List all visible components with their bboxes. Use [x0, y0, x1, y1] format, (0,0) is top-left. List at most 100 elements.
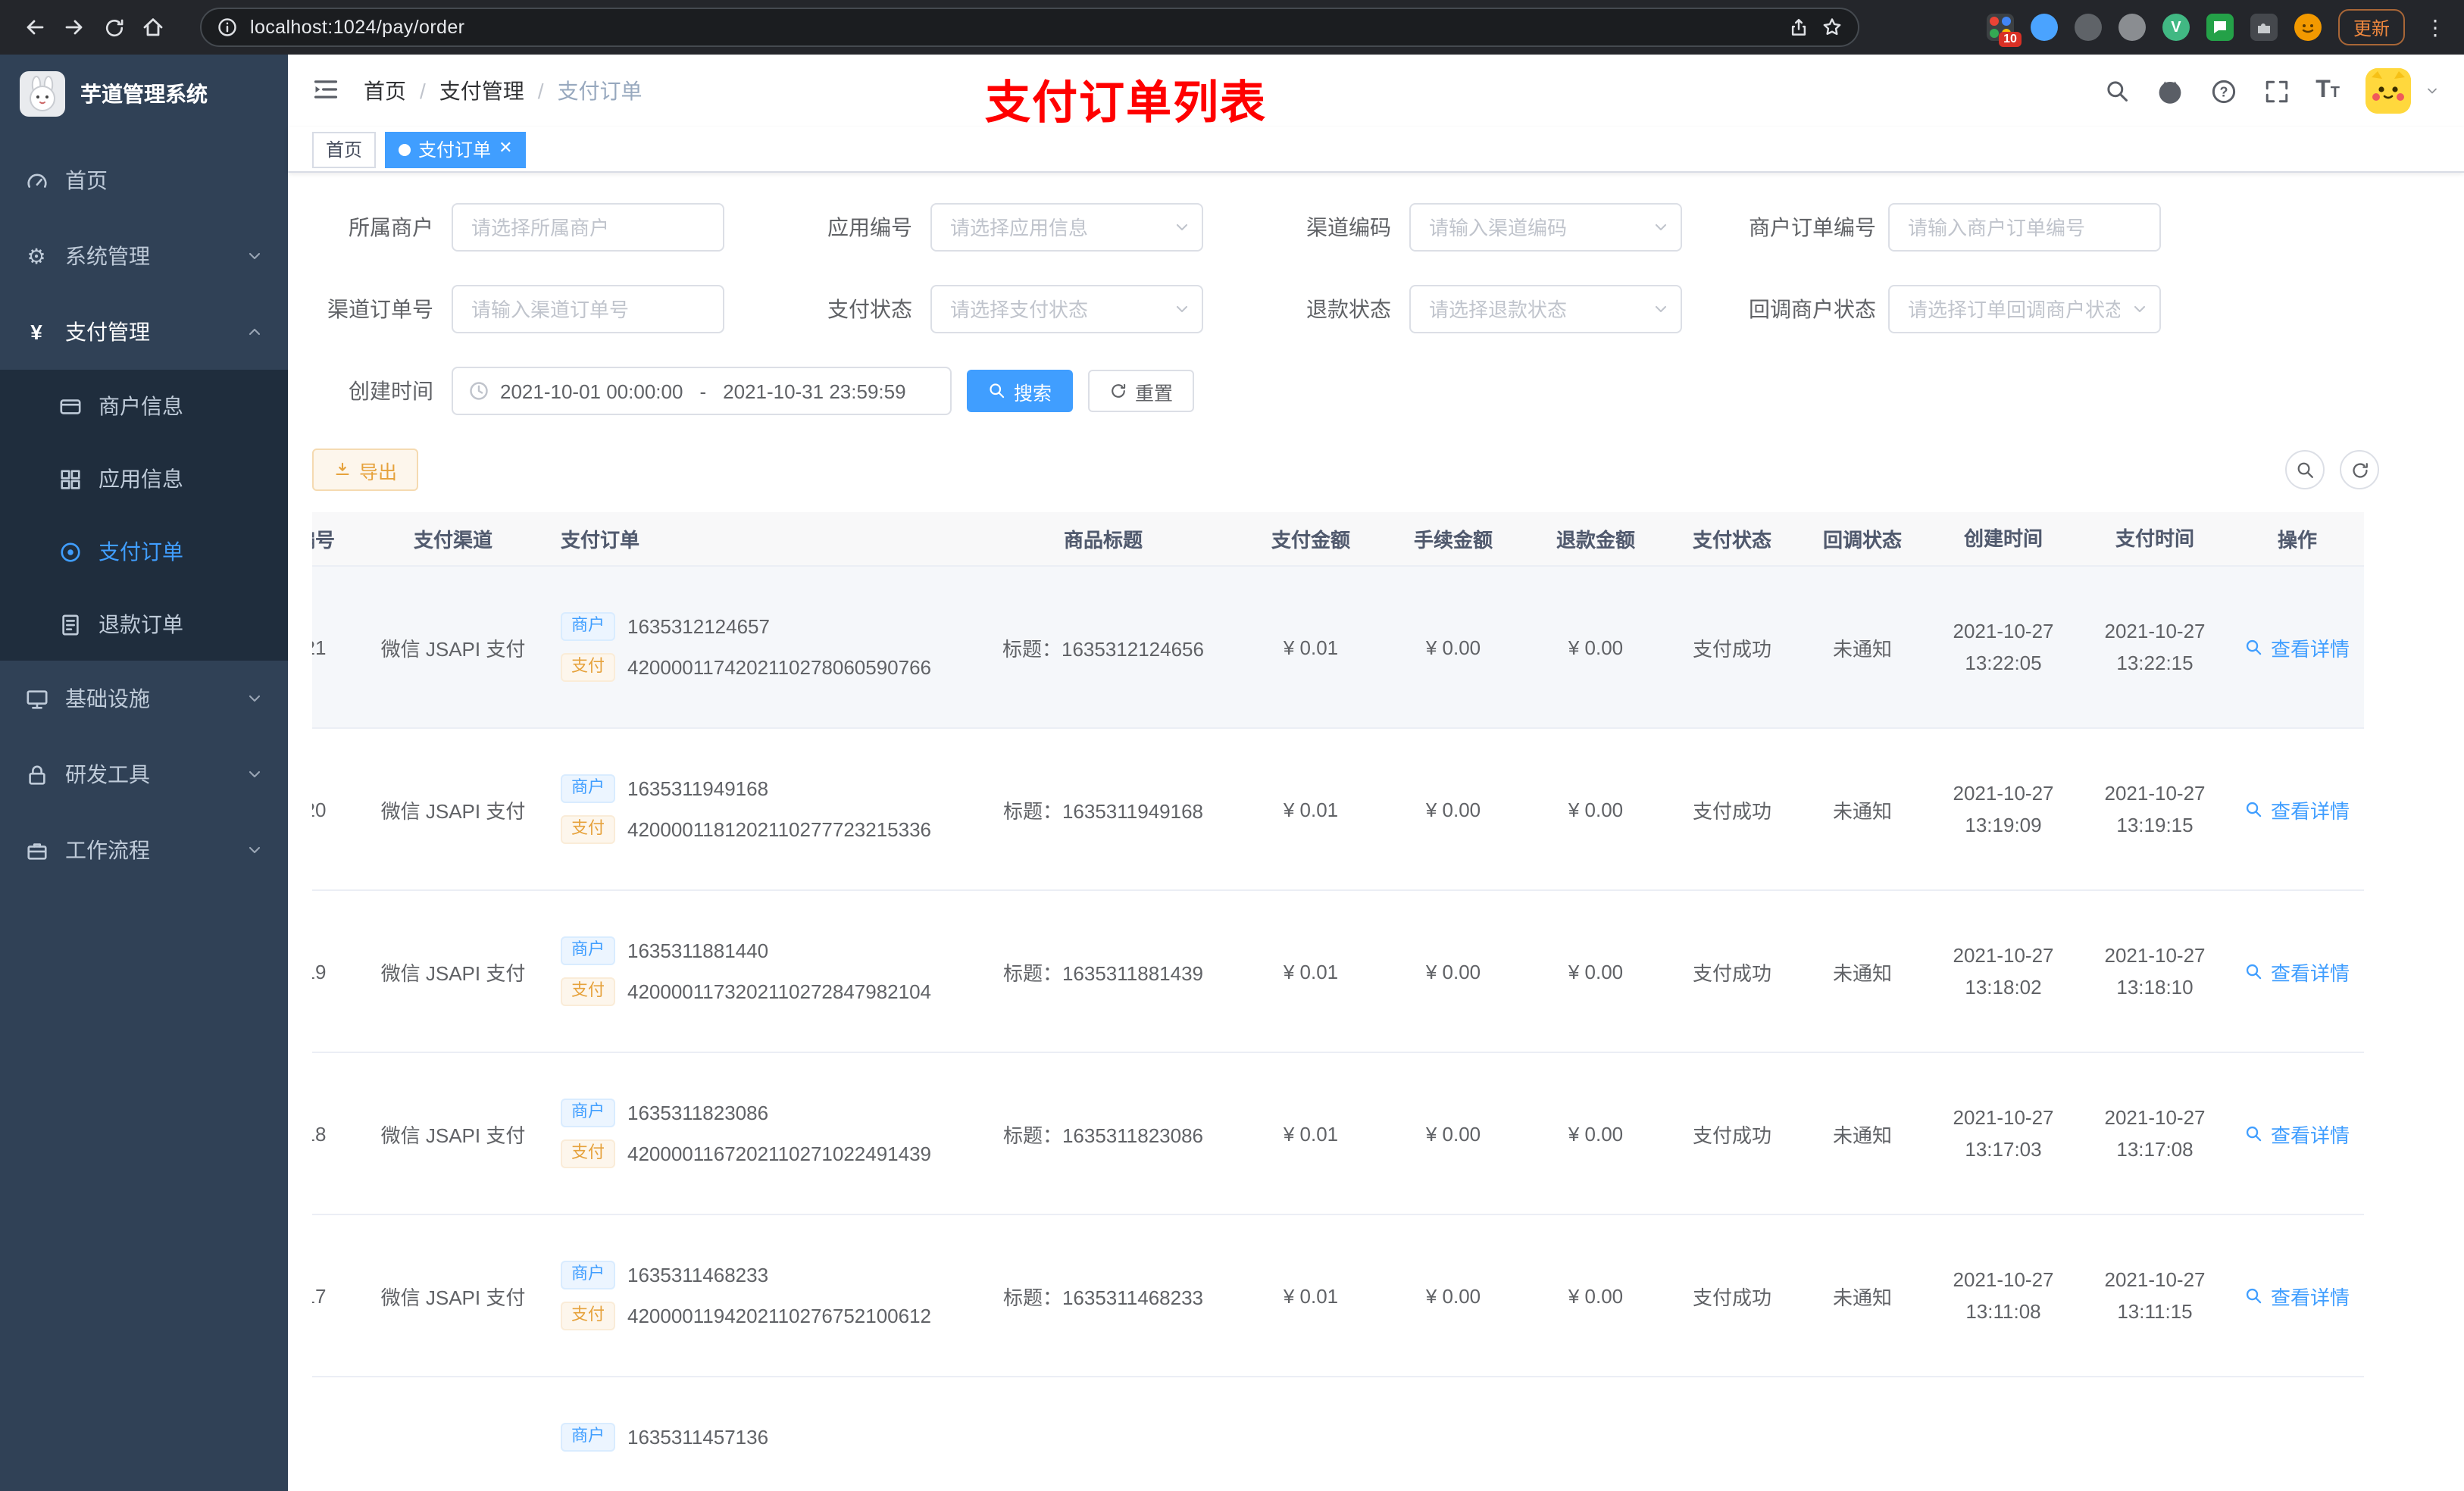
notify-status-select[interactable] [1888, 285, 2161, 333]
forward-icon[interactable] [55, 8, 94, 47]
sidebar-item-home[interactable]: 首页 [0, 142, 288, 218]
pay-status-input[interactable] [930, 285, 1203, 333]
export-button[interactable]: 导出 [312, 449, 419, 491]
cell-fee-amount: ¥ 0.00 [1425, 636, 1481, 658]
pay-date: 2021-10-27 [2104, 943, 2206, 967]
filter-label: 退款状态 [1306, 297, 1391, 321]
notify-status-input[interactable] [1888, 285, 2161, 333]
view-detail-link[interactable]: 查看详情 [2245, 1119, 2350, 1148]
chevron-down-icon[interactable] [2425, 83, 2440, 98]
channel-order-no-input[interactable] [452, 285, 724, 333]
breadcrumb-separator: / [420, 79, 426, 103]
browser-chrome: localhost:1024/pay/order 10 V 更新 ⋮ [0, 0, 2464, 55]
cell-refund-amount: ¥ 0.00 [1568, 636, 1624, 658]
sidebar-item-app-info[interactable]: 应用信息 [0, 442, 288, 515]
view-detail-link[interactable]: 查看详情 [2245, 957, 2350, 986]
channel-order-no-field[interactable] [452, 285, 724, 333]
tab-label: 首页 [326, 139, 363, 161]
app-select-input[interactable] [930, 203, 1203, 252]
document-icon [58, 612, 82, 636]
column-header-channel: 支付渠道 [413, 529, 492, 552]
refund-status-select[interactable] [1409, 285, 1682, 333]
sidebar-item-refund-order[interactable]: 退款订单 [0, 588, 288, 661]
home-icon[interactable] [133, 8, 173, 47]
sidebar-item-merchant-info[interactable]: 商户信息 [0, 370, 288, 442]
breadcrumb-item[interactable]: 首页 [364, 76, 406, 106]
filter-merchant-order-no: 商户订单编号 [1749, 203, 2161, 252]
sidebar-item-pay-order[interactable]: 支付订单 [0, 515, 288, 588]
reload-icon[interactable] [94, 8, 133, 47]
svg-text:?: ? [2219, 83, 2228, 98]
merchant-select[interactable] [452, 203, 724, 252]
sidebar-item-payment[interactable]: ¥ 支付管理 [0, 294, 288, 370]
extensions-puzzle-icon[interactable] [2250, 14, 2278, 41]
vue-devtools-icon[interactable]: V [2162, 14, 2190, 41]
magnifier-icon [2247, 1125, 2262, 1141]
pay-order-no: 4200001194202110276752100612 [627, 1305, 932, 1327]
extension-icon-drop[interactable] [2030, 14, 2058, 41]
column-header-action: 操作 [2277, 529, 2317, 552]
pay-badge: 支付 [561, 815, 615, 844]
magnifier-icon [2247, 801, 2262, 817]
extension-icon-gray[interactable] [2074, 14, 2102, 41]
merchant-badge: 商户 [561, 1099, 615, 1127]
breadcrumb-item[interactable]: 支付管理 [439, 76, 524, 106]
view-detail-link[interactable]: 查看详情 [2245, 795, 2350, 824]
create-date: 2021-10-27 [1953, 1268, 2054, 1291]
share-icon[interactable] [1788, 17, 1809, 38]
merchant-order-no-field[interactable] [1888, 203, 2161, 252]
refund-status-input[interactable] [1409, 285, 1682, 333]
tab-label: 支付订单 [418, 139, 492, 161]
merchant-select-input[interactable] [452, 203, 724, 252]
merchant-order-no-input[interactable] [1888, 203, 2161, 252]
create-time-range-picker[interactable]: 2021-10-01 00:00:00 - 2021-10-31 23:59:5… [452, 367, 952, 415]
fullscreen-icon[interactable] [2262, 77, 2290, 105]
app-select[interactable] [930, 203, 1203, 252]
extension-icon-gray2[interactable] [2118, 14, 2146, 41]
close-icon[interactable]: ✕ [499, 140, 512, 158]
app-logo[interactable]: 芋道管理系统 [0, 55, 288, 133]
filter-label: 渠道编码 [1306, 215, 1391, 239]
back-icon[interactable] [15, 8, 55, 47]
search-icon[interactable] [2103, 77, 2131, 105]
sidebar-item-devtools[interactable]: 研发工具 [0, 736, 288, 812]
column-header-refund: 退款金额 [1556, 529, 1635, 552]
tab-home[interactable]: 首页 [312, 131, 377, 167]
search-button[interactable]: 搜索 [967, 370, 1074, 412]
view-detail-link[interactable]: 查看详情 [2245, 633, 2350, 661]
font-size-icon[interactable]: TT [2315, 78, 2340, 103]
toggle-search-button[interactable] [2285, 450, 2325, 489]
cell-id: 21 [312, 636, 327, 658]
channel-code-input[interactable] [1409, 203, 1682, 252]
cell-pay-status: 支付成功 [1692, 961, 1771, 984]
address-bar[interactable]: localhost:1024/pay/order [200, 8, 1859, 47]
filter-label: 商户订单编号 [1749, 215, 1876, 239]
channel-code-select[interactable] [1409, 203, 1682, 252]
reset-button[interactable]: 重置 [1088, 370, 1195, 412]
sidebar-item-system[interactable]: ⚙ 系统管理 [0, 218, 288, 294]
browser-profile-avatar[interactable] [2294, 14, 2322, 41]
browser-menu-icon[interactable]: ⋮ [2422, 14, 2449, 40]
github-icon[interactable] [2156, 77, 2184, 105]
sidebar-item-workflow[interactable]: 工作流程 [0, 812, 288, 888]
pay-order-line: 支付 4200001173202110272847982104 [561, 977, 967, 1007]
magnifier-icon [2247, 639, 2262, 655]
help-icon[interactable]: ? [2209, 77, 2237, 105]
filter-label: 所属商户 [349, 215, 433, 239]
extension-icon-chat[interactable] [2206, 14, 2234, 41]
view-detail-link[interactable]: 查看详情 [2245, 1281, 2350, 1310]
browser-update-button[interactable]: 更新 [2337, 9, 2405, 45]
sidebar-fold-icon[interactable] [312, 76, 342, 106]
card-icon [58, 394, 82, 418]
table-row: 21 微信 JSAPI 支付 商户 1635312124657 支付 42000… [312, 567, 2364, 729]
site-info-icon[interactable] [217, 17, 238, 38]
column-header-amount: 支付金额 [1271, 529, 1350, 552]
merchant-order-no: 1635312124657 [627, 615, 770, 638]
tab-pay-order[interactable]: 支付订单 ✕ [385, 131, 527, 167]
bookmark-star-icon[interactable] [1821, 17, 1843, 38]
refresh-table-button[interactable] [2340, 450, 2379, 489]
extension-icon-grid[interactable]: 10 [1986, 14, 2022, 47]
sidebar-item-infra[interactable]: 基础设施 [0, 661, 288, 736]
pay-status-select[interactable] [930, 285, 1203, 333]
user-avatar[interactable] [2366, 68, 2411, 114]
